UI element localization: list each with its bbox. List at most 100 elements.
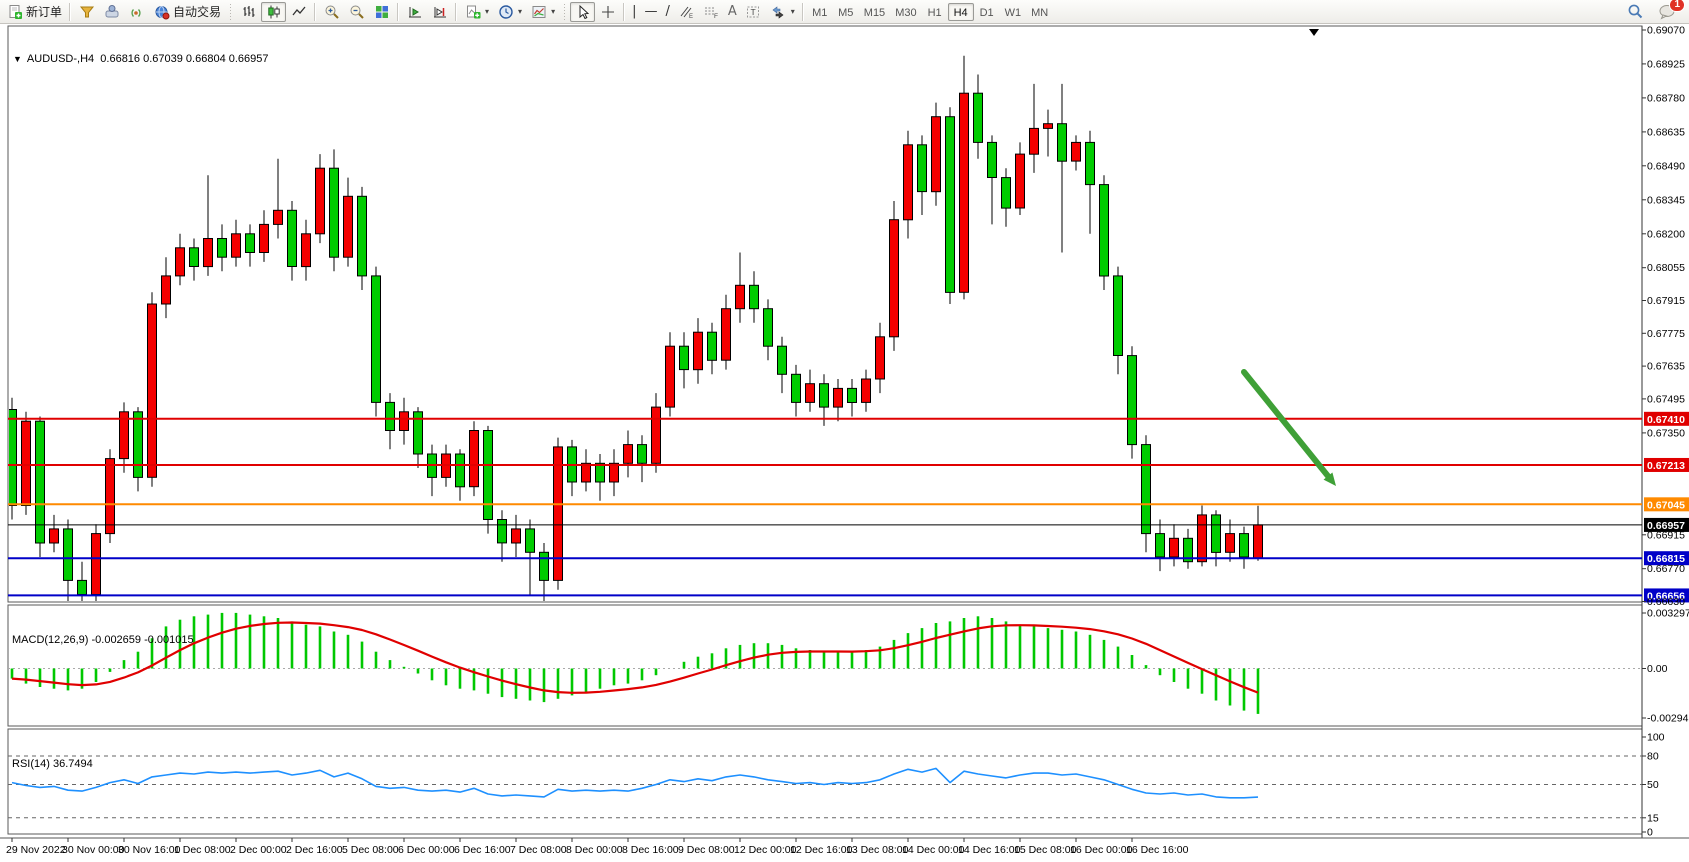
zoom-in-icon xyxy=(323,4,340,20)
tab-H4[interactable]: H4 xyxy=(948,3,974,21)
rsi-value: 36.7494 xyxy=(53,758,93,770)
rsi-header: RSI(14) 36.7494 xyxy=(12,758,93,770)
tab-M1[interactable]: M1 xyxy=(807,3,833,21)
candle xyxy=(736,285,745,308)
tab-MN[interactable]: MN xyxy=(1026,3,1053,21)
candle xyxy=(344,196,353,257)
arrows-button[interactable]: ▾ xyxy=(766,2,799,22)
hline-icon: — xyxy=(644,4,657,19)
axis-tick-label: 0.66630 xyxy=(1647,596,1685,608)
trendline-button[interactable]: / xyxy=(661,2,673,22)
text-label-icon: T xyxy=(745,4,762,20)
market-watch-button[interactable] xyxy=(99,2,124,22)
fibonacci-icon: F xyxy=(703,4,720,20)
channel-button[interactable]: E xyxy=(674,2,699,22)
svg-text:T: T xyxy=(751,7,756,17)
drag-handle[interactable] xyxy=(562,4,567,20)
candle xyxy=(764,309,773,347)
crosshair-icon xyxy=(599,4,616,20)
chart-title: ▼AUDUSD-,H4 0.66816 0.67039 0.66804 0.66… xyxy=(13,53,269,65)
cursor-button[interactable] xyxy=(570,2,595,22)
bar-chart-button[interactable] xyxy=(236,2,261,22)
candle xyxy=(302,234,311,267)
time-tick-label: 8 Dec 16:00 xyxy=(622,844,679,856)
axis-tick-label: 0.68055 xyxy=(1647,262,1685,274)
candle xyxy=(484,431,493,520)
step-back-button[interactable] xyxy=(402,2,427,22)
candle xyxy=(260,224,269,252)
line-chart-button[interactable] xyxy=(286,2,311,22)
time-tick-label: 2 Dec 16:00 xyxy=(286,844,343,856)
candle xyxy=(806,384,815,403)
candle xyxy=(1016,154,1025,208)
dropdown-caret: ▾ xyxy=(551,7,555,16)
candlestick-chart-button[interactable] xyxy=(261,2,286,22)
step-forward-button[interactable] xyxy=(427,2,452,22)
candle xyxy=(134,412,143,478)
zoom-in-button[interactable] xyxy=(319,2,344,22)
notifications-button[interactable]: 1 xyxy=(1654,2,1679,22)
rsi-scale-label: 15 xyxy=(1647,812,1659,824)
text-button[interactable]: A xyxy=(724,2,741,22)
templates-button[interactable]: ▾ xyxy=(526,2,559,22)
candle xyxy=(1072,142,1081,161)
candle xyxy=(50,529,59,543)
candle xyxy=(148,304,157,477)
candle xyxy=(974,93,983,142)
chart-canvas[interactable]: 0.674100.672130.670450.669570.668150.666… xyxy=(0,24,1689,862)
signal-button[interactable] xyxy=(124,2,149,22)
candle xyxy=(666,346,675,407)
text-label-button[interactable]: T xyxy=(741,2,766,22)
tab-D1[interactable]: D1 xyxy=(974,3,1000,21)
crosshair-button[interactable] xyxy=(595,2,620,22)
candle xyxy=(190,248,199,267)
candle xyxy=(680,346,689,369)
cursor-icon xyxy=(574,4,591,20)
tab-H1[interactable]: H1 xyxy=(922,3,948,21)
dropdown-caret: ▾ xyxy=(518,7,522,16)
candle xyxy=(1240,534,1249,557)
vertical-line-button[interactable]: | xyxy=(628,2,640,22)
new-order-button[interactable]: 新订单 xyxy=(2,2,66,22)
chart-step-end-icon xyxy=(431,4,448,20)
candle xyxy=(582,463,591,482)
tab-M15[interactable]: M15 xyxy=(859,3,890,21)
candle xyxy=(1198,515,1207,562)
axis-tick-label: 0.67350 xyxy=(1647,427,1685,439)
candle xyxy=(92,534,101,595)
tab-M30[interactable]: M30 xyxy=(890,3,921,21)
candle xyxy=(722,309,731,361)
candle xyxy=(610,463,619,482)
tab-W1[interactable]: W1 xyxy=(1000,3,1027,21)
time-tick-label: 6 Dec 00:00 xyxy=(398,844,455,856)
time-tick-label: 13 Dec 08:00 xyxy=(846,844,909,856)
zoom-out-icon xyxy=(348,4,365,20)
new-order-label: 新订单 xyxy=(26,3,62,20)
autotrading-button[interactable]: 自动交易 xyxy=(149,2,225,22)
search-button[interactable] xyxy=(1623,2,1648,22)
candle xyxy=(288,210,297,266)
funnel-button[interactable] xyxy=(74,2,99,22)
tile-windows-button[interactable] xyxy=(369,2,394,22)
add-indicator-button[interactable]: ▾ xyxy=(460,2,493,22)
zoom-out-button[interactable] xyxy=(344,2,369,22)
drag-handle[interactable] xyxy=(228,4,233,20)
time-tick-label: 2 Dec 00:00 xyxy=(230,844,287,856)
axis-tick-label: 0.66770 xyxy=(1647,563,1685,575)
one-click-collapse-icon[interactable]: ▼ xyxy=(13,54,22,64)
candle xyxy=(988,142,997,177)
candle xyxy=(330,168,339,257)
line-chart-icon xyxy=(290,4,307,20)
candle xyxy=(876,337,885,379)
notification-badge: 1 xyxy=(1669,0,1685,12)
dropdown-caret: ▾ xyxy=(485,7,489,16)
tab-M5[interactable]: M5 xyxy=(833,3,859,21)
fibonacci-button[interactable]: F xyxy=(699,2,724,22)
axis-tick-label: 0.68635 xyxy=(1647,126,1685,138)
horizontal-line-button[interactable]: — xyxy=(640,2,661,22)
ohlc-values: 0.66816 0.67039 0.66804 0.66957 xyxy=(100,53,268,65)
candle xyxy=(106,459,115,534)
trendline-icon: / xyxy=(665,4,669,19)
periods-button[interactable]: ▾ xyxy=(493,2,526,22)
time-tick-label: 8 Dec 00:00 xyxy=(566,844,623,856)
